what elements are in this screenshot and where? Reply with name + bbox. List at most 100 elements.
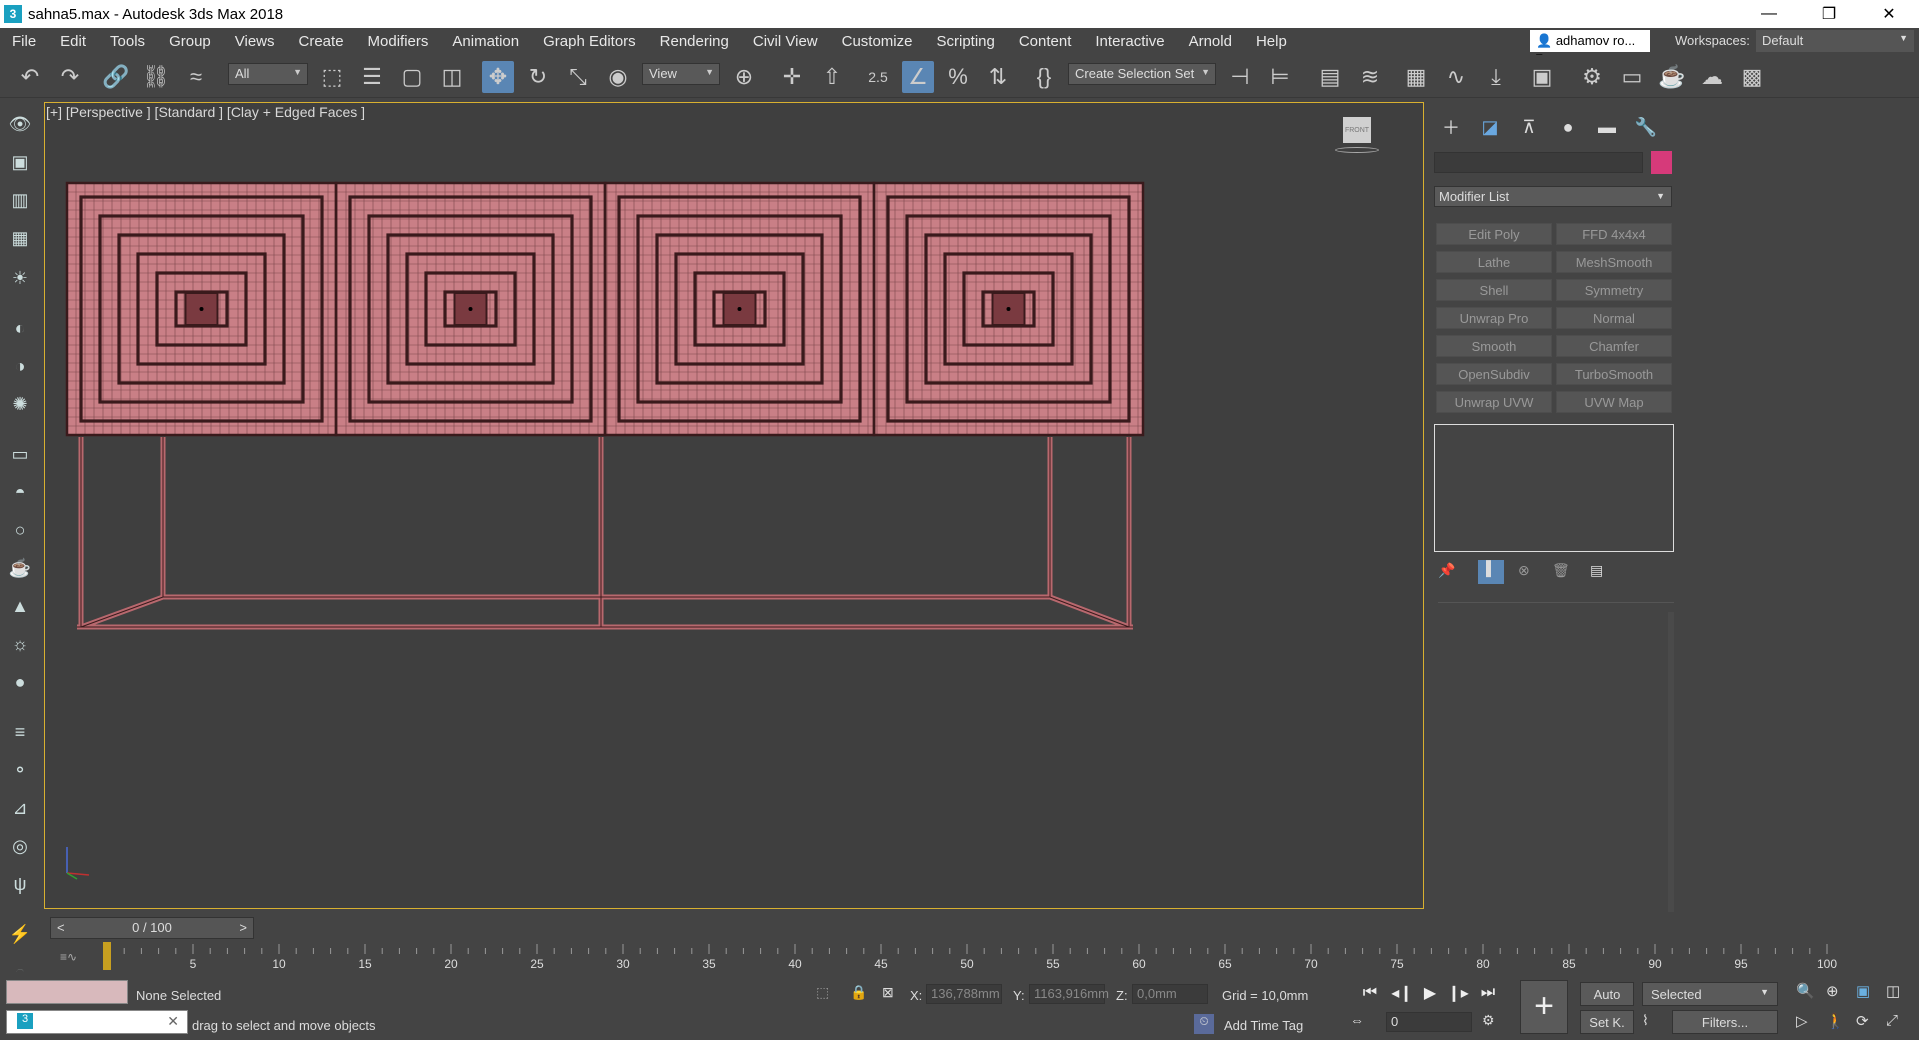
zoom-all-icon[interactable]: ⊕	[1826, 982, 1839, 1000]
modifier-opensubdiv-button[interactable]: OpenSubdiv	[1436, 363, 1552, 385]
undo-icon[interactable]: ↶	[14, 61, 46, 93]
snaps-toggle-icon[interactable]: 2.5	[862, 61, 894, 93]
select-by-name-icon[interactable]: ☰	[356, 61, 388, 93]
zoom-extents-icon[interactable]: ▣	[1856, 982, 1870, 1000]
keyboard-shortcut-override-icon[interactable]: ⇧	[816, 61, 848, 93]
pin-stack-icon[interactable]: 📌	[1438, 562, 1458, 582]
modify-tab-icon[interactable]: ◪	[1477, 114, 1503, 140]
render-setup-icon[interactable]: ⚙	[1576, 61, 1608, 93]
menu-arnold[interactable]: Arnold	[1177, 33, 1244, 50]
particle-icon[interactable]: ⚬	[8, 758, 32, 782]
mini-curve-editor-icon[interactable]: ≡∿	[60, 950, 77, 964]
viewport-label[interactable]: [+] [Perspective ] [Standard ] [Clay + E…	[46, 104, 365, 120]
time-slider[interactable]: < 0 / 100 >	[50, 917, 254, 939]
restore-icon[interactable]: ❐	[1801, 0, 1857, 28]
motion-tab-icon[interactable]: ●	[1555, 114, 1581, 140]
rendered-frame-window-icon[interactable]: ▭	[1616, 61, 1648, 93]
curve-editor-icon[interactable]: ∿	[1440, 61, 1472, 93]
next-frame-icon[interactable]: ❙▸	[1444, 980, 1472, 1006]
maxscript-mini-listener[interactable]: 3 ✕	[6, 1010, 188, 1034]
close-icon[interactable]: ✕	[1861, 0, 1917, 28]
menu-civil-view[interactable]: Civil View	[741, 33, 830, 50]
toggle-scene-explorer-icon[interactable]: 👁	[8, 112, 32, 136]
modifier-unwrap-uvw-button[interactable]: Unwrap UVW	[1436, 391, 1552, 413]
camera-icon[interactable]: ◐	[8, 316, 32, 340]
hierarchy-tab-icon[interactable]: ⊼	[1516, 114, 1542, 140]
configure-modifier-sets-icon[interactable]: ▤	[1590, 562, 1610, 582]
spacewarp-icon[interactable]: ✺	[8, 392, 32, 416]
modifier-ffd-button[interactable]: FFD 4x4x4	[1556, 223, 1672, 245]
menu-help[interactable]: Help	[1244, 33, 1299, 50]
viewcube[interactable]: FRONT	[1335, 113, 1379, 157]
menu-create[interactable]: Create	[287, 33, 356, 50]
spinner-snap-icon[interactable]: ⇅	[982, 61, 1014, 93]
minimize-icon[interactable]: —	[1741, 0, 1797, 28]
a360-render-icon[interactable]: ▩	[1736, 61, 1768, 93]
remove-modifier-icon[interactable]: 🗑	[1552, 562, 1572, 582]
maximize-viewport-icon[interactable]: ⤢	[1886, 1012, 1898, 1029]
maxscript-listener[interactable]	[6, 980, 128, 1004]
menu-modifiers[interactable]: Modifiers	[356, 33, 441, 50]
modifier-shell-button[interactable]: Shell	[1436, 279, 1552, 301]
selection-filter-dropdown[interactable]: All	[228, 63, 308, 85]
pivot-center-icon[interactable]: ⊕	[728, 61, 760, 93]
modifier-chamfer-button[interactable]: Chamfer	[1556, 335, 1672, 357]
render-production-icon[interactable]: ☕	[1656, 61, 1688, 93]
menu-file[interactable]: File	[0, 33, 48, 50]
mirror-icon[interactable]: ⊣	[1224, 61, 1256, 93]
hemisphere-icon[interactable]: ◓	[8, 480, 32, 504]
menu-content[interactable]: Content	[1007, 33, 1084, 50]
time-configuration-icon[interactable]: ⚙	[1482, 1012, 1495, 1029]
percent-snap-icon[interactable]: %	[942, 61, 974, 93]
menu-views[interactable]: Views	[223, 33, 287, 50]
current-frame-marker[interactable]	[103, 942, 111, 970]
display-tab-icon[interactable]: ▬	[1594, 114, 1620, 140]
select-move-icon[interactable]: ✥	[482, 61, 514, 93]
add-time-tag[interactable]: Add Time Tag	[1224, 1018, 1303, 1033]
zoom-icon[interactable]: 🔍	[1796, 982, 1815, 1000]
modifier-symmetry-button[interactable]: Symmetry	[1556, 279, 1672, 301]
track-bar[interactable]: 0510152025303540455055606570758085909510…	[99, 942, 1919, 972]
named-selection-set-dropdown[interactable]: Create Selection Set	[1068, 63, 1216, 85]
select-rotate-icon[interactable]: ↻	[522, 61, 554, 93]
menu-scripting[interactable]: Scripting	[924, 33, 1006, 50]
teapot-icon[interactable]: ☕	[8, 556, 32, 580]
unlink-icon[interactable]: ⛓	[140, 61, 172, 93]
geosphere-icon[interactable]: ●	[8, 670, 32, 694]
y-coordinate-field[interactable]: 1163,916mm	[1029, 984, 1109, 1004]
select-place-icon[interactable]: ◉	[602, 61, 634, 93]
lock-icon[interactable]: 🔒	[850, 984, 867, 1001]
ribbon-toggle-icon[interactable]: ▦	[1400, 61, 1432, 93]
modifier-meshsmooth-button[interactable]: MeshSmooth	[1556, 251, 1672, 273]
make-unique-icon[interactable]: ⊗	[1518, 562, 1538, 582]
menu-interactive[interactable]: Interactive	[1083, 33, 1176, 50]
layer-icon[interactable]: ▣	[8, 150, 32, 174]
orbit-icon[interactable]: ⟳	[1856, 1012, 1869, 1030]
modifier-smooth-button[interactable]: Smooth	[1436, 335, 1552, 357]
link-icon[interactable]: 🔗	[100, 61, 132, 93]
filters-button[interactable]: Filters...	[1672, 1010, 1778, 1034]
reference-coordinate-dropdown[interactable]: View	[642, 63, 720, 85]
list-icon[interactable]: ▥	[8, 188, 32, 212]
play-icon[interactable]: ▶	[1416, 980, 1444, 1006]
set-key-button[interactable]: Set K.	[1580, 1010, 1634, 1034]
angle-snap-icon[interactable]: ∠	[902, 61, 934, 93]
edit-named-selection-icon[interactable]: {}	[1028, 61, 1060, 93]
timeline-mode-icon[interactable]: ⇔	[1350, 1012, 1364, 1028]
modifier-edit-poly-button[interactable]: Edit Poly	[1436, 223, 1552, 245]
light-icon[interactable]: ☀	[8, 266, 32, 290]
walk-through-icon[interactable]: 🚶	[1826, 1012, 1845, 1030]
zoom-extents-all-icon[interactable]: ◫	[1886, 982, 1900, 1000]
select-object-icon[interactable]: ⬚	[316, 61, 348, 93]
go-to-start-icon[interactable]: ⏮	[1356, 980, 1384, 1006]
x-coordinate-field[interactable]: 136,788mm	[926, 984, 1002, 1004]
helper-icon[interactable]: ◑	[8, 354, 32, 378]
modifier-uvw-map-button[interactable]: UVW Map	[1556, 391, 1672, 413]
select-manipulate-icon[interactable]: ✛	[776, 61, 808, 93]
menu-group[interactable]: Group	[157, 33, 223, 50]
menu-graph-editors[interactable]: Graph Editors	[531, 33, 648, 50]
sun-icon[interactable]: ☼	[8, 632, 32, 656]
select-scale-icon[interactable]: ⤡	[562, 61, 594, 93]
globe-icon[interactable]: ◎	[8, 834, 32, 858]
hf-icon[interactable]: ⚡	[8, 922, 32, 946]
